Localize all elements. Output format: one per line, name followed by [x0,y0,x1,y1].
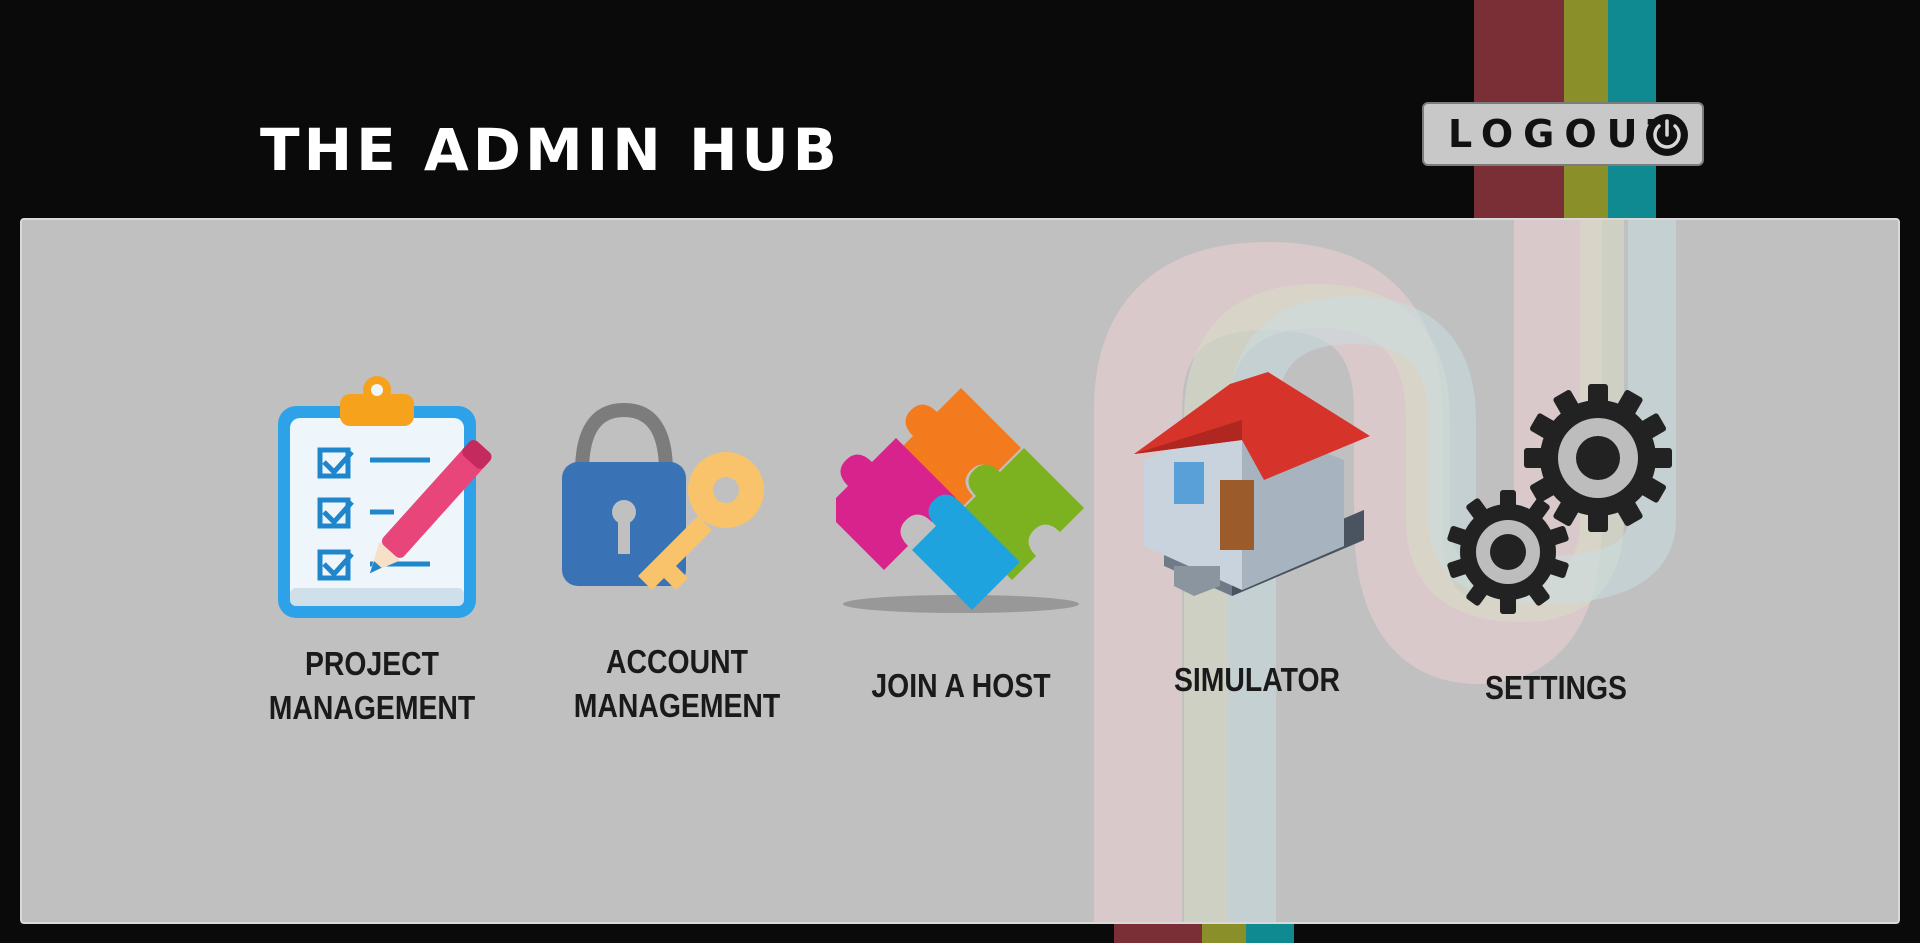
tile-join-a-host[interactable]: JOIN A HOST [836,378,1086,718]
tile-label: PROJECT MANAGEMENT [268,645,476,726]
lock-key-icon [562,402,764,590]
logout-button[interactable]: LOGOUT [1422,102,1704,166]
tile-label: ACCOUNT MANAGEMENT [573,643,781,724]
tile-settings[interactable]: SETTINGS [1440,382,1680,722]
power-icon [1646,114,1688,156]
tile-project-management[interactable]: PROJECT MANAGEMENT [269,372,530,732]
house-icon [1134,372,1370,596]
puzzle-icon [836,388,1084,613]
tile-label: SETTINGS [1485,669,1627,706]
tile-simulator[interactable]: SIMULATOR [1134,370,1380,710]
page-title: THE ADMIN HUB [260,116,841,184]
clipboard-checklist-icon [278,376,492,618]
tile-account-management[interactable]: ACCOUNT MANAGEMENT [560,400,780,740]
tile-label: JOIN A HOST [871,667,1051,704]
tile-label: SIMULATOR [1173,661,1341,698]
gears-icon [1447,384,1672,614]
